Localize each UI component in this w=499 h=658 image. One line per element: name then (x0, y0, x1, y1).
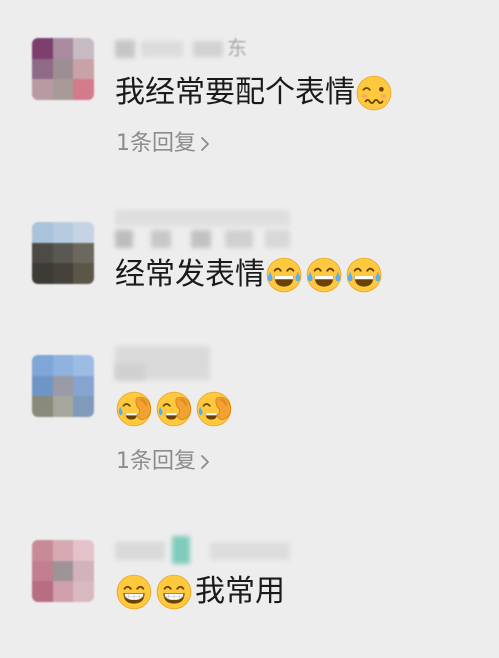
avatar-pixel (52, 58, 74, 80)
avatar-pixel (73, 38, 94, 59)
avatar-pixel (52, 396, 74, 417)
username-blurred[interactable] (115, 536, 315, 566)
comment-text: 我常用 (195, 574, 285, 609)
avatar-pixel (73, 581, 94, 602)
avatar-pixel (73, 222, 94, 243)
avatar-pixel (52, 79, 74, 100)
avatar[interactable] (32, 355, 94, 417)
comment-text: 我经常要配个表情 (115, 75, 355, 110)
chevron-right-icon (201, 455, 209, 469)
avatar-pixel (32, 222, 53, 243)
avatar-pixel (32, 263, 53, 284)
avatar-pixel (52, 355, 74, 376)
avatar-pixel (52, 222, 74, 243)
avatar-pixel (52, 560, 74, 582)
avatar-pixel (32, 58, 53, 80)
avatar-pixel (32, 581, 53, 602)
facepalm-icon (155, 390, 193, 428)
avatar-pixel (73, 375, 94, 397)
avatar[interactable] (32, 540, 94, 602)
comment-text: 经常发表情 (115, 257, 265, 292)
grinning-face-icon (155, 573, 193, 611)
username-fragment: 东 (227, 36, 247, 60)
avatar-pixel (73, 263, 94, 284)
woozy-face-icon (355, 74, 393, 112)
avatar-pixel (73, 79, 94, 100)
avatar-pixel (52, 581, 74, 602)
avatar-pixel (73, 58, 94, 80)
avatar-pixel (73, 560, 94, 582)
grinning-face-icon (115, 573, 153, 611)
username-blurred[interactable] (115, 208, 315, 250)
avatar-pixel (32, 560, 53, 582)
avatar[interactable] (32, 222, 94, 284)
face-with-tears-of-joy-icon (345, 256, 383, 294)
avatar-pixel (52, 242, 74, 264)
reply-count-link[interactable]: 1条回复 (116, 130, 211, 158)
reply-count-link[interactable]: 1条回复 (116, 448, 211, 476)
comment-body: 我常用 (115, 573, 285, 611)
avatar-pixel (32, 540, 53, 561)
facepalm-icon (195, 390, 233, 428)
comment-body (115, 390, 235, 428)
avatar-pixel (32, 242, 53, 264)
avatar[interactable] (32, 38, 94, 100)
avatar-pixel (52, 375, 74, 397)
username-blurred[interactable] (115, 344, 315, 382)
avatar-pixel (32, 38, 53, 59)
username-blurred[interactable]: 东 (115, 36, 315, 60)
avatar-pixel (32, 396, 53, 417)
avatar-pixel (73, 242, 94, 264)
avatar-pixel (52, 38, 74, 59)
reply-count-label: 1条回复 (116, 449, 196, 474)
avatar-pixel (52, 540, 74, 561)
face-with-tears-of-joy-icon (265, 256, 303, 294)
chevron-right-icon (201, 137, 209, 151)
avatar-pixel (32, 375, 53, 397)
facepalm-icon (115, 390, 153, 428)
reply-count-label: 1条回复 (116, 131, 196, 156)
comment-body: 我经常要配个表情 (115, 74, 395, 112)
avatar-pixel (73, 396, 94, 417)
avatar-pixel (73, 355, 94, 376)
avatar-pixel (52, 263, 74, 284)
comment-body: 经常发表情 (115, 256, 385, 294)
avatar-pixel (73, 540, 94, 561)
avatar-pixel (32, 79, 53, 100)
avatar-pixel (32, 355, 53, 376)
face-with-tears-of-joy-icon (305, 256, 343, 294)
